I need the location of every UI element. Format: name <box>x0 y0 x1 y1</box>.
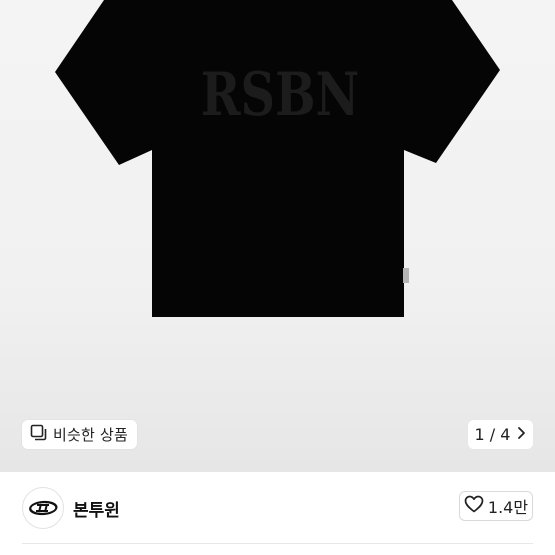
side-label-tag <box>403 268 409 283</box>
like-button[interactable]: 1.4만 <box>459 491 533 521</box>
image-pager[interactable]: 1 / 4 <box>468 420 533 449</box>
tshirt-body <box>55 0 500 317</box>
store-name[interactable]: 본투윈 <box>73 496 120 521</box>
btw-logo-icon <box>29 500 58 516</box>
divider <box>22 543 533 544</box>
heart-outline-icon <box>464 495 484 517</box>
store-logo[interactable] <box>22 487 64 529</box>
similar-items-button[interactable]: 비슷한 상품 <box>22 420 137 449</box>
like-count: 1.4만 <box>487 498 529 517</box>
print-text: RSBN <box>201 59 359 130</box>
similar-items-label: 비슷한 상품 <box>53 426 128 444</box>
gallery-copy-icon <box>30 424 47 445</box>
tshirt-image: RSBN <box>55 0 500 317</box>
page-indicator: 1 / 4 <box>474 425 511 444</box>
product-image-carousel[interactable]: RSBN 비슷한 상품 1 / 4 <box>0 0 555 472</box>
chevron-right-icon[interactable] <box>516 425 526 444</box>
